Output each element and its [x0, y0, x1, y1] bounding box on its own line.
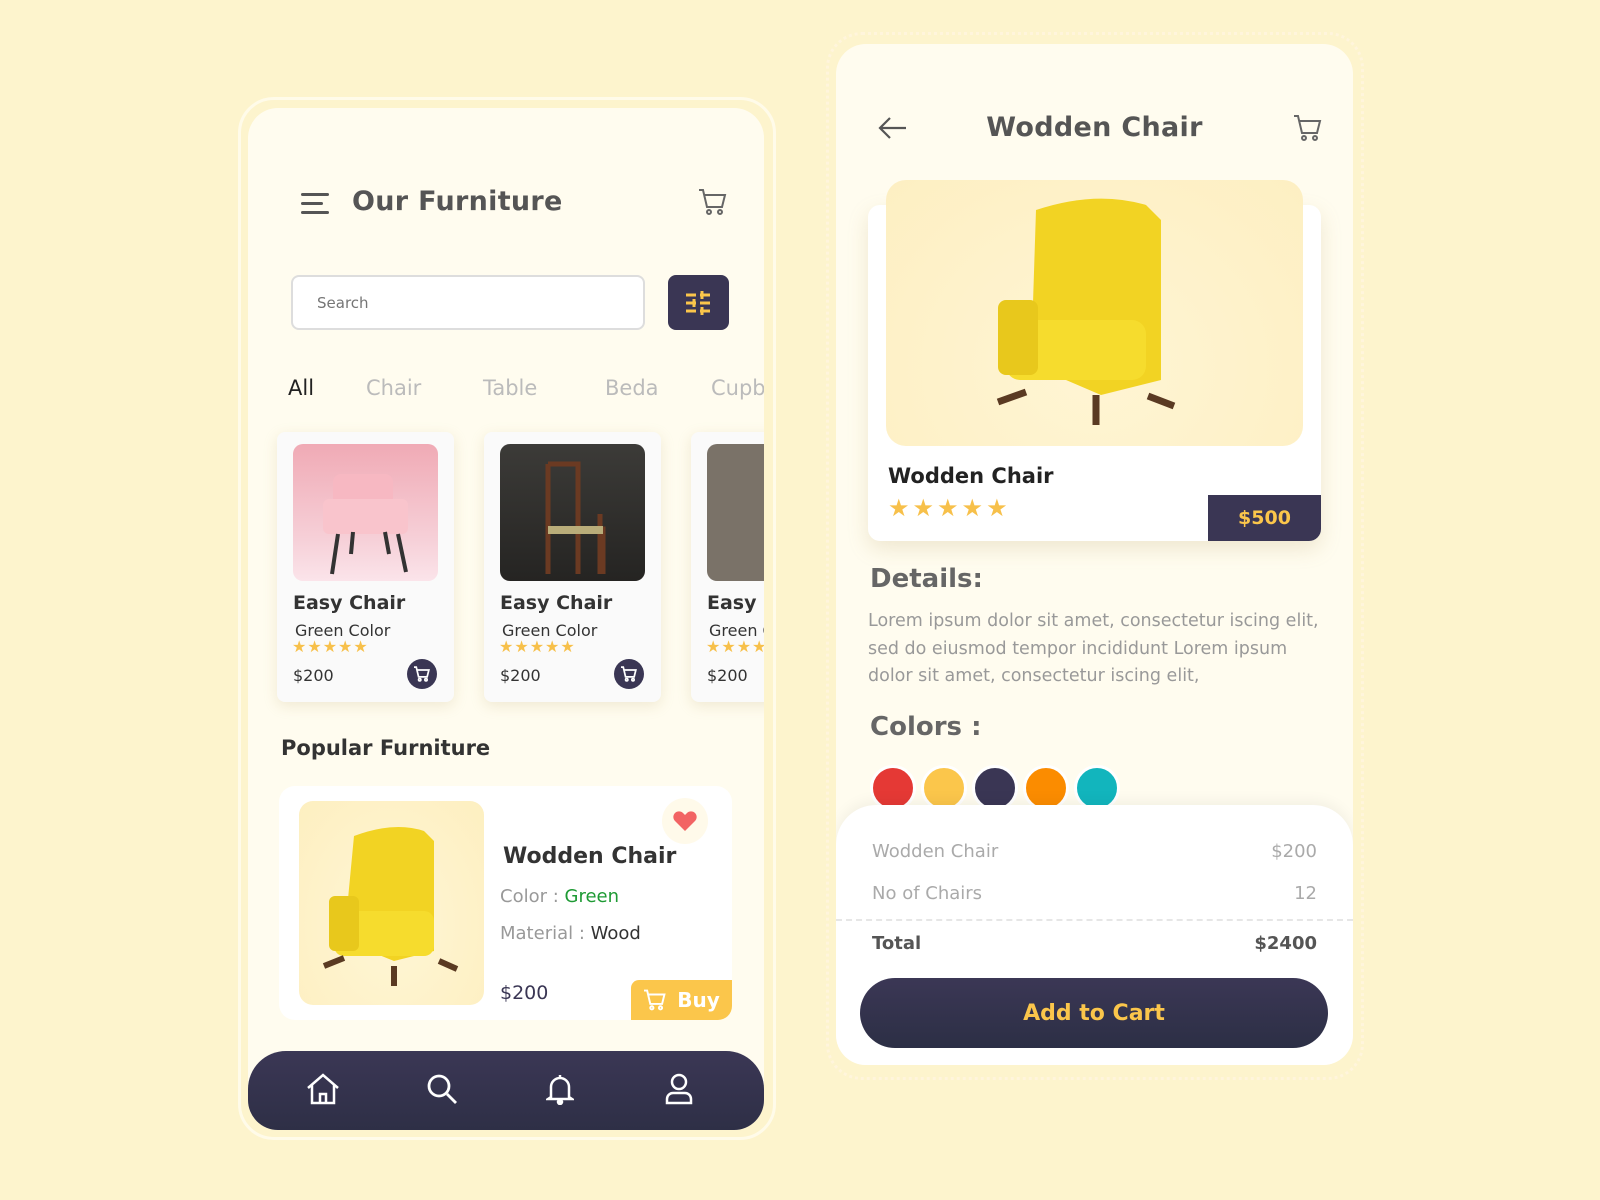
filter-button[interactable]: [668, 275, 729, 330]
search-input[interactable]: [291, 275, 645, 330]
bottom-nav: [248, 1051, 764, 1130]
search-icon[interactable]: [426, 1073, 458, 1109]
section-title: Popular Furniture: [281, 736, 491, 760]
furniture-list-screen: Our Furniture All Chair Table Beda Cupb …: [248, 108, 764, 1130]
add-to-cart-button[interactable]: [407, 659, 437, 689]
cart-icon[interactable]: [698, 188, 728, 220]
bell-icon[interactable]: [543, 1073, 577, 1109]
product-card[interactable]: Easy Chair Green Color ★★★★★ $200: [484, 432, 661, 702]
product-detail-screen: Wodden Chair Wodden Chair ★★★★★ $500 Det…: [836, 44, 1353, 1065]
popular-item-card[interactable]: Wodden Chair Color : Green Material : Wo…: [279, 786, 732, 1020]
color-row: Color : Green: [500, 886, 620, 907]
pink-chair-image: [293, 444, 438, 581]
product-card[interactable]: Easy Chair Green Color ★★★★★ $200: [277, 432, 454, 702]
product-card[interactable]: Easy Chair Green Color ★★★★★ $200: [691, 432, 764, 702]
sliders-icon: [685, 290, 712, 315]
add-to-cart-button[interactable]: [614, 659, 644, 689]
cart-icon: [621, 666, 637, 682]
cart-icon: [414, 666, 430, 682]
wooden-chair-image: [500, 444, 645, 581]
product-name: Easy Chair: [293, 592, 406, 614]
tab-cupboard[interactable]: Cupb: [711, 376, 764, 400]
summary-total-row: Total $2400: [872, 933, 1317, 954]
tab-table[interactable]: Table: [483, 376, 537, 400]
rating-stars: ★★★★★: [706, 637, 764, 656]
product-name: Easy Chair: [500, 592, 613, 614]
page-title: Our Furniture: [352, 186, 563, 217]
yellow-armchair-image: [299, 801, 484, 1005]
product-price: $200: [707, 666, 748, 685]
popular-item-name: Wodden Chair: [503, 844, 677, 869]
tab-chair[interactable]: Chair: [366, 376, 421, 400]
page-title: Wodden Chair: [986, 112, 1203, 143]
menu-icon[interactable]: [301, 193, 329, 220]
product-name: Wodden Chair: [888, 464, 1054, 488]
home-icon[interactable]: [306, 1073, 340, 1109]
divider: [836, 919, 1353, 921]
tab-beda[interactable]: Beda: [605, 376, 659, 400]
user-icon[interactable]: [665, 1073, 693, 1109]
material-row: Material : Wood: [500, 923, 641, 944]
tab-all[interactable]: All: [288, 376, 314, 400]
color-value: Green: [564, 886, 620, 907]
price-tag: $500: [1208, 495, 1321, 541]
rating-stars: ★★★★★: [292, 637, 369, 656]
product-image: [886, 180, 1303, 446]
buy-button[interactable]: Buy: [631, 980, 732, 1020]
heart-icon: [673, 811, 697, 831]
material-value: Wood: [590, 923, 641, 944]
popular-item-price: $200: [500, 982, 549, 1004]
product-price: $200: [500, 666, 541, 685]
details-text: Lorem ipsum dolor sit amet, consectetur …: [868, 611, 1319, 686]
product-name: Easy Chair: [707, 592, 764, 614]
rating-stars: ★★★★★: [499, 637, 576, 656]
colors-title: Colors :: [870, 712, 982, 742]
favorite-button[interactable]: [662, 798, 708, 844]
rating-stars: ★★★★★: [888, 494, 1011, 522]
summary-qty-row: No of Chairs 12: [872, 883, 1317, 904]
details-title: Details:: [870, 564, 983, 594]
red-chair-image: [707, 444, 764, 581]
order-summary-sheet: Wodden Chair $200 No of Chairs 12 Total $24…: [836, 805, 1353, 1065]
product-price: $200: [293, 666, 334, 685]
summary-item-row: Wodden Chair $200: [872, 841, 1317, 862]
add-to-cart-button[interactable]: Add to Cart: [860, 978, 1328, 1048]
cart-icon: [644, 989, 666, 1011]
cart-icon[interactable]: [1293, 114, 1323, 146]
